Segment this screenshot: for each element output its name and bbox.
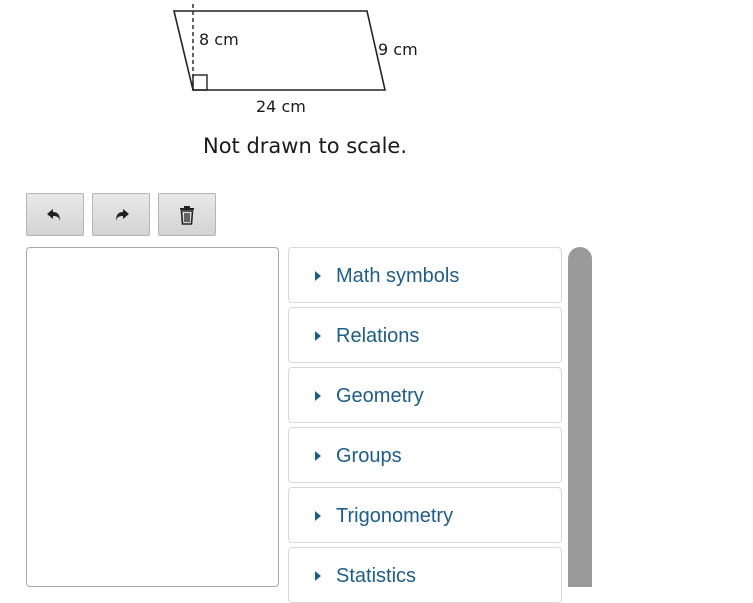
trash-icon	[180, 205, 194, 225]
side-label: 9 cm	[378, 40, 418, 59]
right-angle-marker	[192, 74, 208, 91]
parallelogram-shape	[172, 10, 387, 91]
palette-item-trigonometry[interactable]: Trigonometry	[288, 487, 562, 543]
palette-item-label: Trigonometry	[336, 505, 454, 527]
caret-right-icon	[315, 271, 321, 281]
caret-right-icon	[315, 451, 321, 461]
symbol-palette: Math symbols Relations Geometry Groups T…	[288, 247, 562, 603]
caret-right-icon	[315, 571, 321, 581]
palette-item-geometry[interactable]: Geometry	[288, 367, 562, 423]
undo-icon	[47, 208, 60, 221]
height-label: 8 cm	[199, 30, 239, 49]
palette-item-math-symbols[interactable]: Math symbols	[288, 247, 562, 303]
palette-item-label: Relations	[336, 325, 420, 347]
parallelogram-drawing	[172, 4, 387, 91]
palette-item-relations[interactable]: Relations	[288, 307, 562, 363]
palette-scrollbar[interactable]	[568, 247, 592, 587]
delete-button[interactable]	[158, 193, 216, 236]
redo-icon	[116, 208, 129, 221]
base-label: 24 cm	[256, 97, 306, 116]
caret-right-icon	[315, 331, 321, 341]
caret-right-icon	[315, 511, 321, 521]
scale-caption: Not drawn to scale.	[203, 134, 408, 158]
palette-item-label: Statistics	[336, 565, 417, 587]
palette-item-groups[interactable]: Groups	[288, 427, 562, 483]
parallelogram-figure: 8 cm 9 cm 24 cm Not drawn to scale.	[0, 0, 460, 170]
answer-input-area[interactable]	[26, 247, 279, 587]
redo-button[interactable]	[92, 193, 150, 236]
caret-right-icon	[315, 391, 321, 401]
undo-button[interactable]	[26, 193, 84, 236]
palette-item-statistics[interactable]: Statistics	[288, 547, 562, 603]
palette-item-label: Geometry	[336, 385, 424, 407]
palette-item-label: Groups	[336, 445, 402, 467]
palette-item-label: Math symbols	[336, 265, 460, 287]
